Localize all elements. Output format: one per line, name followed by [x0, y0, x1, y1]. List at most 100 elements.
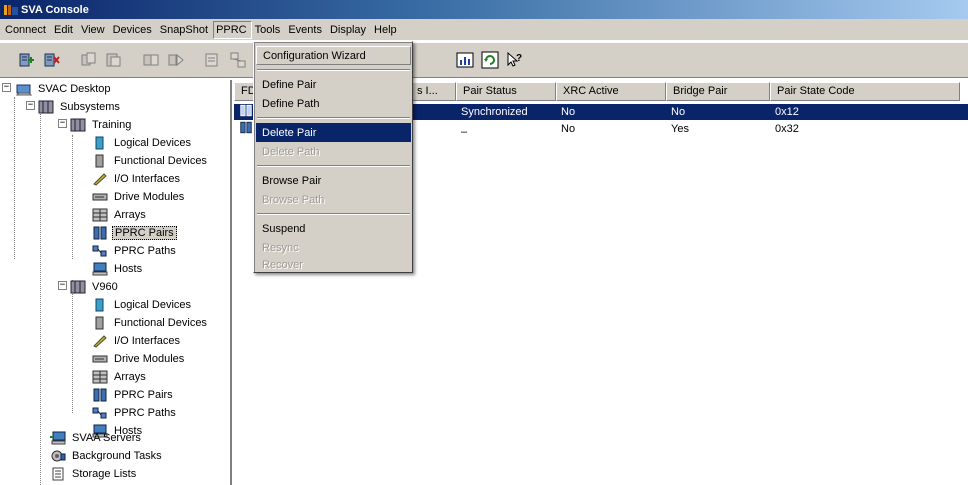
- tree-item-training-logical-devices[interactable]: Logical Devices: [92, 134, 193, 151]
- tree-item-svaa-servers[interactable]: SVAA Servers: [50, 429, 143, 446]
- copy-config-button[interactable]: [78, 49, 100, 71]
- network-button[interactable]: [227, 49, 249, 71]
- tree-item-training-pprc-pairs[interactable]: PPRC Pairs: [92, 224, 177, 241]
- array-icon: [92, 208, 108, 221]
- tree-item-v960-logical-devices[interactable]: Logical Devices: [92, 296, 193, 313]
- tree-label: Logical Devices: [114, 298, 192, 311]
- tree-item-subsystems[interactable]: Subsystems: [38, 98, 122, 115]
- menu-pprc[interactable]: PPRC: [213, 20, 252, 39]
- snapshot-volume-button[interactable]: [165, 49, 187, 71]
- tree-item-training-io-interfaces[interactable]: I/O Interfaces: [92, 170, 182, 187]
- storage-list-icon: [52, 467, 64, 480]
- remove-subsystem-icon: [44, 53, 60, 67]
- pprc-path-icon: [92, 245, 107, 256]
- menu-connect[interactable]: Connect: [2, 21, 51, 39]
- tree-item-training-drive-modules[interactable]: Drive Modules: [92, 188, 186, 205]
- collapse-subsystems-toggle[interactable]: −: [26, 101, 35, 110]
- column-header-bridge-pair[interactable]: Bridge Pair: [666, 82, 770, 101]
- tree-label: SVAC Desktop: [38, 82, 111, 95]
- tree-label: V960: [92, 280, 118, 293]
- drive-module-icon: [92, 355, 108, 362]
- menu-item-browse-path[interactable]: Browse Path: [256, 190, 411, 209]
- refresh-button[interactable]: [479, 49, 501, 71]
- navigation-tree[interactable]: − SVAC Desktop − Subsystems − Training L…: [0, 80, 232, 485]
- collapse-desktop-toggle[interactable]: −: [2, 83, 11, 92]
- tree-label: PPRC Paths: [114, 406, 176, 419]
- tree-item-training-arrays[interactable]: Arrays: [92, 206, 148, 223]
- tree-item-v960-pprc-paths[interactable]: PPRC Paths: [92, 404, 178, 421]
- tree-label: PPRC Pairs: [114, 388, 173, 401]
- tree-item-training-hosts[interactable]: Hosts: [92, 260, 144, 277]
- collapse-v960-toggle[interactable]: −: [58, 281, 67, 290]
- remove-subsystem-button[interactable]: [41, 49, 63, 71]
- menu-item-browse-pair[interactable]: Browse Pair: [256, 171, 411, 190]
- toolbar: ?: [0, 42, 968, 78]
- tree-item-svac-desktop[interactable]: SVAC Desktop: [16, 80, 113, 97]
- column-header-pair-state-code[interactable]: Pair State Code: [770, 82, 960, 101]
- menu-separator: [257, 213, 410, 215]
- tree-item-training-pprc-paths[interactable]: PPRC Paths: [92, 242, 178, 259]
- menu-devices[interactable]: Devices: [110, 21, 157, 39]
- collapse-training-toggle[interactable]: −: [58, 119, 67, 128]
- context-help-button[interactable]: ?: [504, 49, 526, 71]
- tree-item-v960-functional-devices[interactable]: Functional Devices: [92, 314, 209, 331]
- host-icon: [92, 262, 108, 275]
- logical-device-icon: [95, 136, 104, 149]
- menu-view[interactable]: View: [78, 21, 110, 39]
- snapshot-volume-icon: [168, 53, 184, 67]
- tree-item-v960-arrays[interactable]: Arrays: [92, 368, 148, 385]
- menu-edit[interactable]: Edit: [51, 21, 78, 39]
- tree-label: Hosts: [114, 262, 143, 275]
- tree-label: Background Tasks: [72, 449, 162, 462]
- drive-module-icon: [92, 193, 108, 200]
- column-header-xrc-active[interactable]: XRC Active: [556, 82, 666, 101]
- pair-status-cell: Synchronized: [461, 106, 528, 118]
- paste-config-button[interactable]: [103, 49, 125, 71]
- properties-button[interactable]: [202, 49, 224, 71]
- menu-separator: [257, 117, 410, 119]
- server-icon: [50, 431, 66, 444]
- menu-snapshot[interactable]: SnapShot: [157, 21, 213, 39]
- menu-tools[interactable]: Tools: [252, 21, 286, 39]
- logical-device-icon: [95, 298, 104, 311]
- copy-config-icon: [81, 52, 96, 66]
- column-header-status-interface[interactable]: s I...: [410, 82, 456, 101]
- xrc-active-cell: No: [561, 123, 576, 135]
- tree-item-v960-drive-modules[interactable]: Drive Modules: [92, 350, 186, 367]
- sva-console-icon: [4, 4, 18, 15]
- paste-config-icon: [106, 53, 121, 67]
- tree-item-training-functional-devices[interactable]: Functional Devices: [92, 152, 209, 169]
- functional-device-icon: [95, 154, 104, 167]
- menu-separator: [257, 165, 410, 167]
- tree-item-background-tasks[interactable]: Background Tasks: [50, 447, 164, 464]
- network-icon: [230, 52, 246, 68]
- menu-item-define-path[interactable]: Define Path: [256, 94, 411, 113]
- menu-item-define-pair[interactable]: Define Pair: [256, 75, 411, 94]
- refresh-icon: [481, 51, 499, 69]
- menu-item-delete-pair[interactable]: Delete Pair: [256, 123, 411, 142]
- io-interface-icon: [93, 172, 107, 186]
- snapshot-button[interactable]: [140, 49, 162, 71]
- menu-item-recover[interactable]: Recover: [256, 255, 411, 274]
- performance-chart-button[interactable]: [454, 49, 476, 71]
- xrc-active-cell: No: [561, 106, 576, 118]
- subsystem-icon: [70, 280, 86, 293]
- menu-item-suspend[interactable]: Suspend: [256, 219, 411, 238]
- pair-state-code-cell: 0x32: [775, 123, 799, 135]
- tree-item-storage-lists[interactable]: Storage Lists: [50, 465, 138, 482]
- menu-display[interactable]: Display: [327, 21, 371, 39]
- tree-label: Drive Modules: [114, 352, 185, 365]
- tree-item-training[interactable]: Training: [70, 116, 133, 133]
- menu-separator: [257, 69, 410, 71]
- menu-events[interactable]: Events: [285, 21, 327, 39]
- column-header-pair-status[interactable]: Pair Status: [456, 82, 556, 101]
- menu-item-configuration-wizard[interactable]: Configuration Wizard: [256, 46, 411, 65]
- tree-label: Drive Modules: [114, 190, 185, 203]
- tree-item-v960-pprc-pairs[interactable]: PPRC Pairs: [92, 386, 175, 403]
- menu-help[interactable]: Help: [371, 21, 402, 39]
- add-subsystem-button[interactable]: [16, 49, 38, 71]
- tree-item-v960[interactable]: V960: [70, 278, 120, 295]
- window-title-bar[interactable]: SVA Console: [0, 0, 968, 19]
- tree-item-v960-io-interfaces[interactable]: I/O Interfaces: [92, 332, 182, 349]
- menu-item-delete-path[interactable]: Delete Path: [256, 142, 411, 161]
